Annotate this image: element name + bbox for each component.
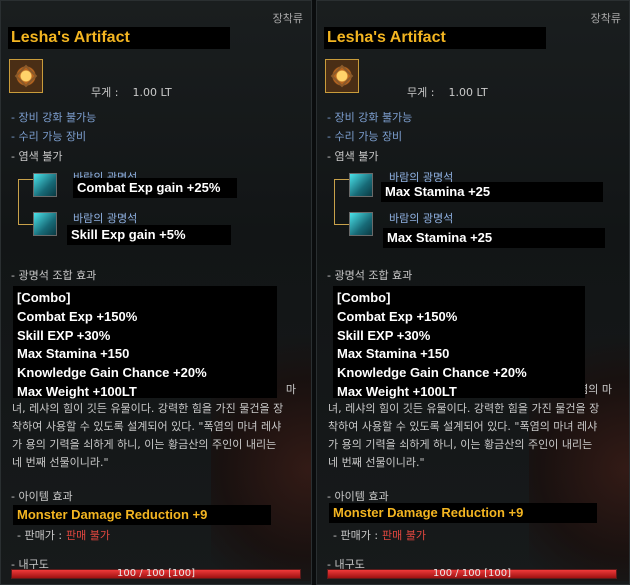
combo-line: Combat Exp +150%: [17, 308, 138, 324]
crystal-name: 바람의 광명석: [73, 212, 138, 225]
combo-line: Max Stamina +150: [337, 346, 450, 362]
sell-price: - 판매가 : 판매 불가: [17, 527, 110, 543]
item-title: Lesha's Artifact: [324, 27, 546, 49]
durability-text: 100 / 100 [100]: [117, 568, 195, 579]
item-effect-value: Monster Damage Reduction +9: [13, 505, 271, 525]
description-line: 가 용의 기력을 쇠하게 하니, 이는 황금산의 주인이 내리는: [328, 438, 593, 451]
sell-label: - 판매가 :: [333, 529, 379, 542]
socket-bracket: [18, 179, 33, 225]
crystal-icon[interactable]: [33, 173, 57, 197]
crystal-icon[interactable]: [349, 173, 373, 197]
combo-line: [Combo]: [17, 290, 71, 305]
combo-heading: - 광명석 조합 효과: [11, 269, 97, 282]
dye-status: - 염색 불가: [11, 150, 63, 163]
item-tooltip-right: 장착류 Lesha's Artifact 무게 : 1.00 LT - 장비 강화…: [316, 0, 630, 585]
repair-status: - 수리 가능 장비: [11, 130, 87, 143]
artifact-icon: [9, 59, 43, 93]
combo-line: Knowledge Gain Chance +20%: [17, 365, 207, 381]
description-line: 네 번째 선물이니라.": [328, 456, 425, 469]
item-tooltip-left: 장착류 Lesha's Artifact 무게 : 1.00 LT - 장비 강화…: [0, 0, 312, 585]
item-effect-value: Monster Damage Reduction +9: [329, 503, 597, 523]
weight: 무게 : 1.00 LT: [91, 84, 172, 100]
combo-line: Max Stamina +150: [17, 346, 130, 362]
description-line: 착하여 사용할 수 있도록 설계되어 있다. "폭염의 마녀 레샤: [12, 420, 282, 433]
socket-effect: Max Stamina +25: [381, 182, 603, 202]
weight-label: 무게 :: [91, 86, 119, 99]
description-line: 녀, 레샤의 힘이 깃든 유물이다. 강력한 힘을 가진 물건을 장: [328, 402, 600, 415]
weight: 무게 : 1.00 LT: [407, 84, 488, 100]
sell-label: - 판매가 :: [17, 529, 63, 542]
combo-line: Combat Exp +150%: [337, 308, 458, 324]
crystal-icon[interactable]: [33, 212, 57, 236]
combo-line: Skill EXP +30%: [337, 327, 431, 343]
combo-effects: [Combo] Combat Exp +150% Skill EXP +30% …: [13, 286, 277, 399]
description-line: 가 용의 기력을 쇠하게 하니, 이는 황금산의 주인이 내리는: [12, 438, 277, 451]
sell-value: 판매 불가: [66, 529, 111, 542]
socket-effect: Combat Exp gain +25%: [73, 178, 237, 198]
description-line: 녀, 레샤의 힘이 깃든 유물이다. 강력한 힘을 가진 물건을 장: [12, 402, 284, 415]
description-line: 네 번째 선물이니라.": [12, 456, 109, 469]
item-effect-heading: - 아이템 효과: [327, 490, 389, 503]
weight-value: 1.00 LT: [132, 86, 172, 99]
description-line: 착하여 사용할 수 있도록 설계되어 있다. "폭염의 마녀 레샤: [328, 420, 598, 433]
durability-bar: 100 / 100 [100]: [11, 568, 301, 579]
weight-label: 무게 :: [407, 86, 435, 99]
artifact-icon: [325, 59, 359, 93]
combo-line: Max Weight +100LT: [17, 383, 137, 399]
combo-line: Knowledge Gain Chance +20%: [337, 365, 527, 381]
combo-effects: [Combo] Combat Exp +150% Skill EXP +30% …: [333, 286, 585, 399]
description-fragment: 마: [285, 383, 296, 396]
category-label: 장착류: [590, 12, 621, 25]
dye-status: - 염색 불가: [327, 150, 379, 163]
weight-value: 1.00 LT: [448, 86, 488, 99]
item-title: Lesha's Artifact: [8, 27, 230, 49]
enhance-status: - 장비 강화 불가능: [11, 111, 97, 124]
sell-price: - 판매가 : 판매 불가: [333, 527, 426, 543]
combo-line: Max Weight +100LT: [337, 383, 457, 399]
crystal-icon[interactable]: [349, 212, 373, 236]
item-effect-heading: - 아이템 효과: [11, 490, 73, 503]
durability-text: 100 / 100 [100]: [433, 568, 511, 579]
durability-bar: 100 / 100 [100]: [327, 568, 617, 579]
category-label: 장착류: [272, 12, 303, 25]
enhance-status: - 장비 강화 불가능: [327, 111, 413, 124]
socket-effect: Max Stamina +25: [383, 228, 605, 248]
crystal-name: 바람의 광명석: [389, 212, 454, 225]
combo-heading: - 광명석 조합 효과: [327, 269, 413, 282]
repair-status: - 수리 가능 장비: [327, 130, 403, 143]
combo-line: Skill EXP +30%: [17, 327, 111, 343]
tooltip-comparison: 장착류 Lesha's Artifact 무게 : 1.00 LT - 장비 강화…: [0, 0, 630, 585]
combo-line: [Combo]: [337, 290, 391, 305]
sell-value: 판매 불가: [382, 529, 427, 542]
socket-effect: Skill Exp gain +5%: [67, 225, 231, 245]
socket-bracket: [334, 179, 349, 225]
